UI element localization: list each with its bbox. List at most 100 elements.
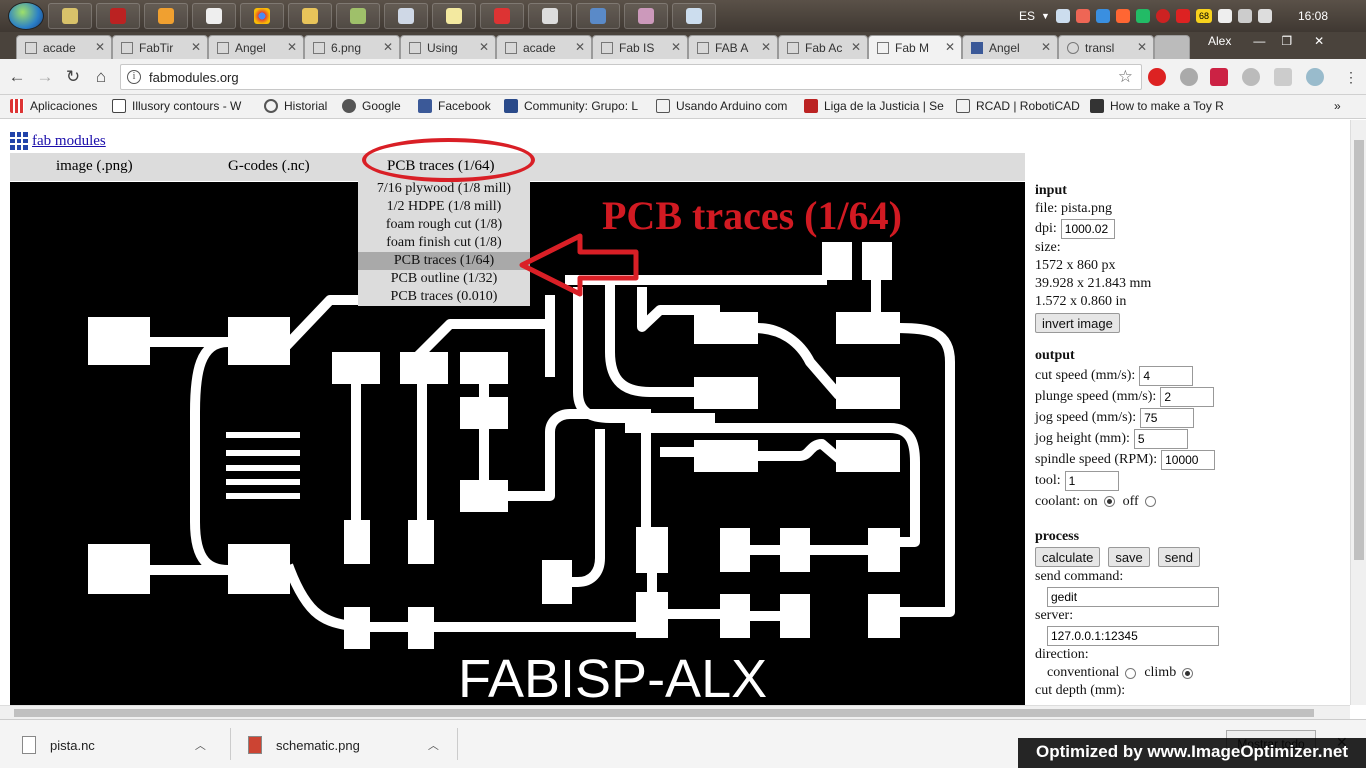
process-dropdown[interactable]: 7/16 plywood (1/8 mill) 1/2 HDPE (1/8 mi… [358, 180, 530, 306]
reload-icon[interactable]: ↻ [62, 66, 84, 88]
close-icon[interactable]: ✕ [671, 40, 681, 54]
tool-field[interactable] [1064, 470, 1119, 491]
start-button[interactable] [8, 2, 44, 30]
restore-icon[interactable]: ❐ [1281, 34, 1292, 48]
cut-speed-field[interactable] [1139, 365, 1194, 386]
bookmark-apps[interactable]: Aplicaciones [10, 99, 97, 113]
chevron-down-icon[interactable]: ▼ [1041, 11, 1050, 21]
spindle-speed-field[interactable] [1161, 449, 1216, 470]
jog-height-field[interactable] [1133, 428, 1188, 449]
taskbar-app-13[interactable] [624, 3, 668, 29]
browser-tab[interactable]: FAB A ✕ [688, 35, 778, 59]
browser-tab[interactable]: Fab IS ✕ [592, 35, 688, 59]
horizontal-scrollbar[interactable] [0, 705, 1350, 719]
server-field[interactable] [1047, 625, 1219, 646]
bookmark-item[interactable]: Liga de la Justicia | Se [804, 99, 944, 113]
bookmark-item[interactable]: RCAD | RobotiCAD [956, 99, 1080, 113]
browser-tab[interactable]: transl ✕ [1058, 35, 1154, 59]
volume-icon[interactable] [1257, 9, 1272, 23]
browser-tab[interactable]: acade ✕ [16, 35, 112, 59]
browser-tab[interactable]: Angel ✕ [962, 35, 1058, 59]
star-icon[interactable]: ☆ [1118, 67, 1133, 87]
taskbar-app-2[interactable] [96, 3, 140, 29]
bookmark-item[interactable]: Community: Grupo: L [504, 99, 638, 113]
coolant-on-radio[interactable] [1103, 496, 1115, 507]
plunge-speed-field[interactable] [1160, 386, 1215, 407]
save-button[interactable]: save [1108, 547, 1150, 567]
url-text[interactable]: fabmodules.org [149, 70, 239, 85]
close-icon[interactable]: ✕ [95, 40, 105, 54]
process-option[interactable]: 1/2 HDPE (1/8 mill) [358, 198, 530, 216]
extension-icon[interactable] [1242, 68, 1260, 86]
scroll-thumb[interactable] [14, 709, 1314, 717]
browser-tab[interactable]: Fab Ac ✕ [778, 35, 868, 59]
process-option[interactable]: PCB traces (0.010) [358, 288, 530, 306]
bookmark-item[interactable]: Usando Arduino com [656, 99, 787, 113]
browser-tab[interactable]: FabTir ✕ [112, 35, 208, 59]
clock[interactable]: 16:08 [1298, 9, 1328, 23]
dropbox-icon[interactable] [1095, 9, 1110, 23]
taskbar-app-9[interactable] [432, 3, 476, 29]
send-command-field[interactable] [1047, 586, 1219, 607]
taskbar-app-10[interactable] [480, 3, 524, 29]
extension-icon[interactable] [1148, 68, 1166, 86]
close-icon[interactable]: ✕ [479, 40, 489, 54]
tray-app-icon[interactable] [1075, 9, 1090, 23]
dpi-field[interactable] [1060, 218, 1115, 239]
back-icon[interactable]: ← [6, 66, 28, 88]
fab-modules-link[interactable]: fab modules [32, 133, 106, 150]
bookmark-item[interactable]: Historial [264, 99, 327, 113]
scroll-thumb[interactable] [1354, 140, 1364, 560]
chevron-up-icon[interactable]: ︿ [195, 737, 206, 753]
bookmark-item[interactable]: Illusory contours - W [112, 99, 241, 113]
tray-badge[interactable]: 68 [1195, 9, 1212, 23]
taskbar-app-3[interactable] [144, 3, 188, 29]
extension-icon[interactable] [1306, 68, 1324, 86]
language-indicator[interactable]: ES [1019, 9, 1035, 23]
climb-radio[interactable] [1182, 667, 1194, 679]
close-icon[interactable]: ✕ [1137, 40, 1147, 54]
jog-speed-field[interactable] [1140, 407, 1195, 428]
browser-tab-active[interactable]: Fab M ✕ [868, 35, 962, 59]
taskbar-app-chrome[interactable] [240, 3, 284, 29]
profile-name[interactable]: Alex [1208, 34, 1231, 48]
address-bar[interactable]: i fabmodules.org ☆ [120, 64, 1142, 90]
coolant-off-radio[interactable] [1144, 496, 1156, 507]
close-icon[interactable]: ✕ [761, 40, 771, 54]
process-option[interactable]: 7/16 plywood (1/8 mill) [358, 180, 530, 198]
tray-app-icon[interactable] [1175, 9, 1190, 23]
download-item[interactable]: pista.nc ︿ [22, 736, 206, 754]
taskbar-app-14[interactable] [672, 3, 716, 29]
taskbar-app-11[interactable] [528, 3, 572, 29]
bookmark-item[interactable]: Facebook [418, 99, 491, 113]
info-icon[interactable]: i [127, 70, 141, 84]
browser-tab[interactable]: acade ✕ [496, 35, 592, 59]
tray-app-icon[interactable] [1135, 9, 1150, 23]
calculate-button[interactable]: calculate [1035, 547, 1101, 567]
download-item[interactable]: schematic.png ︿ [248, 736, 439, 754]
send-button[interactable]: send [1157, 547, 1200, 567]
close-icon[interactable]: ✕ [191, 40, 201, 54]
new-tab-button[interactable] [1154, 35, 1190, 59]
taskbar-app-12[interactable] [576, 3, 620, 29]
tray-app-icon[interactable] [1115, 9, 1130, 23]
close-icon[interactable]: ✕ [851, 40, 861, 54]
browser-tab[interactable]: Angel ✕ [208, 35, 304, 59]
taskbar-app-1[interactable] [48, 3, 92, 29]
input-format-menu[interactable]: image (.png) [56, 158, 133, 175]
close-icon[interactable]: ✕ [575, 40, 585, 54]
browser-tab[interactable]: Using ✕ [400, 35, 496, 59]
tray-app-icon[interactable] [1155, 9, 1170, 23]
bookmark-item[interactable]: Google [342, 99, 401, 113]
forward-icon[interactable]: → [34, 66, 56, 88]
taskbar-app-7[interactable] [336, 3, 380, 29]
vertical-scrollbar[interactable] [1350, 120, 1366, 705]
extension-icon[interactable] [1210, 68, 1228, 86]
process-option-selected[interactable]: PCB traces (1/64) [358, 252, 530, 270]
process-option[interactable]: PCB outline (1/32) [358, 270, 530, 288]
more-bookmarks-icon[interactable]: » [1334, 99, 1341, 113]
home-icon[interactable]: ⌂ [90, 66, 112, 88]
close-icon[interactable]: ✕ [945, 40, 955, 54]
invert-image-button[interactable]: invert image [1035, 313, 1120, 333]
taskbar-app-explorer[interactable] [288, 3, 332, 29]
